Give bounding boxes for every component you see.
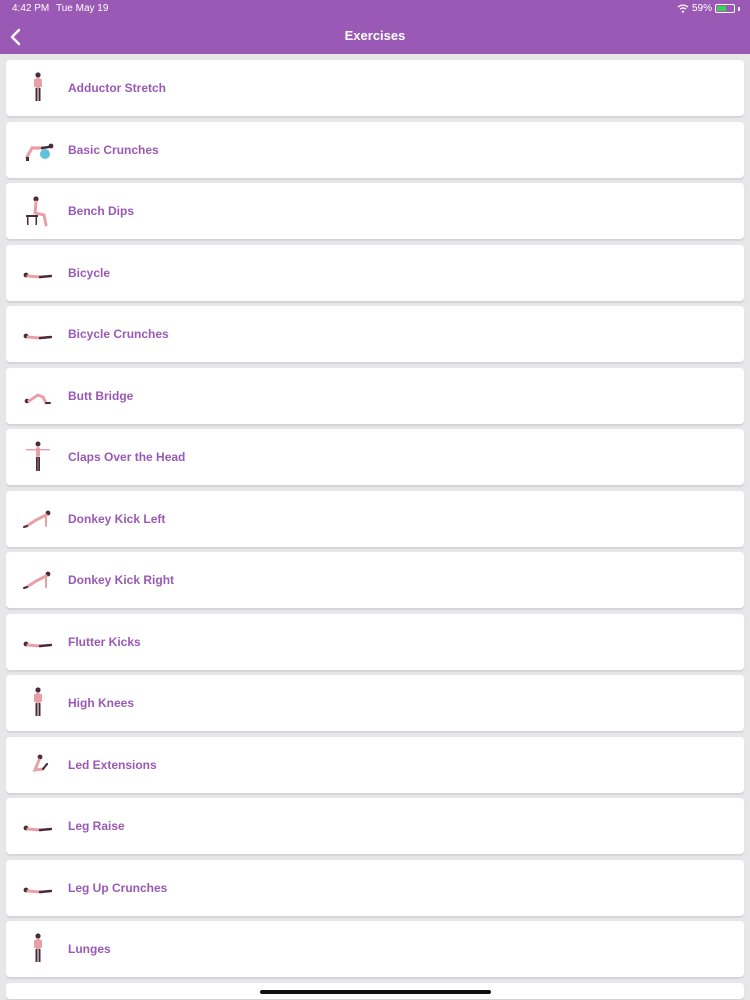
exercise-label: Donkey Kick Left [68,511,166,526]
list-item[interactable]: Flutter Kicks [6,613,744,670]
lying-figure-icon [23,333,53,340]
lying-figure-icon [23,825,53,832]
list-item[interactable]: Donkey Kick Right [6,552,744,608]
seated-figure-icon [32,754,49,772]
list-item[interactable]: High Knees [6,675,744,731]
exercise-label: Leg Up Crunches [68,880,168,895]
standing-figure-icon [34,72,42,101]
battery-percent: 59% [691,3,712,14]
status-indicators: 59% [677,3,740,14]
ball-crunch-figure-icon [25,143,54,161]
list-item[interactable]: Leg Raise [6,798,744,854]
exercise-label: High Knees [68,696,135,710]
wifi-icon [677,4,689,13]
list-item[interactable]: Leg Up Crunches [6,859,744,916]
plank-figure-icon [23,571,51,589]
exercise-label: Basic Crunches [68,142,159,157]
list-item[interactable]: Lunges [6,921,744,977]
status-time: 4:42 PM [12,3,50,14]
status-date: Tue May 19 [56,3,109,14]
battery-level [717,6,727,11]
exercise-label: Donkey Kick Right [68,573,175,587]
bench-dip-figure-icon [26,196,48,227]
exercise-label: Butt Bridge [68,388,134,403]
list-item[interactable]: Adductor Stretch [6,60,744,116]
list-item[interactable]: Bicycle [6,244,744,301]
standing-figure-icon [34,687,42,716]
list-item[interactable]: Donkey Kick Left [6,490,744,547]
list-item[interactable]: Basic Crunches [6,121,744,178]
exercise-label: Bicycle Crunches [68,327,169,341]
exercise-label: Leg Raise [68,819,125,833]
lying-figure-icon [23,887,53,893]
app-header: 4:42 PM Tue May 19 59% Exercises [0,0,750,54]
home-indicator [260,990,491,994]
plank-figure-icon [23,510,51,528]
list-item[interactable]: Butt Bridge [6,367,744,424]
list-item[interactable]: Claps Over the Head [6,429,744,485]
lying-figure-icon [23,272,53,278]
list-item[interactable]: Bicycle Crunches [6,306,744,362]
exercise-label: Flutter Kicks [68,634,141,649]
exercise-label: Adductor Stretch [68,81,167,95]
standing-figure-icon [34,933,42,962]
bridge-figure-icon [24,392,51,404]
page-title: Exercises [344,28,406,43]
exercise-list: Adductor Stretch Basic Crunches Bench Dips… [6,60,744,983]
arms-out-figure-icon [26,441,50,471]
exercise-label: Claps Over the Head [68,450,186,464]
exercise-label: Bench Dips [68,204,135,218]
exercise-label: Bicycle [68,265,111,280]
battery-icon [715,4,735,13]
list-item[interactable]: Bench Dips [6,183,744,239]
battery-tip [738,6,740,11]
lying-figure-icon [23,641,53,647]
exercise-label: Led Extensions [68,757,157,772]
list-item[interactable]: Led Extensions [6,736,744,793]
exercise-label: Lunges [68,942,111,956]
